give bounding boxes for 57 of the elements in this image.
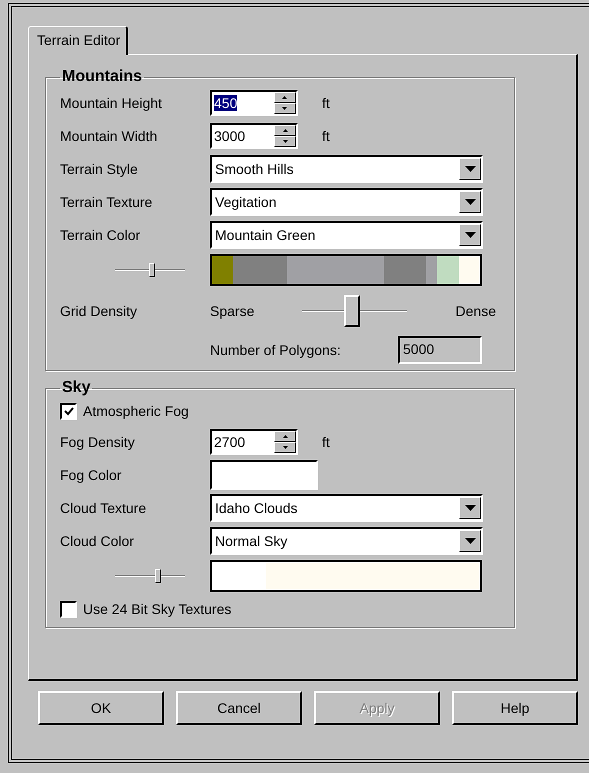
dropdown-arrow-icon [464, 198, 476, 204]
spin-down-button[interactable] [274, 442, 296, 452]
spin-up-button[interactable] [274, 92, 296, 102]
checkbox[interactable] [60, 402, 77, 420]
down-arrow-icon [282, 106, 288, 110]
dialog-button[interactable]: Help [452, 691, 578, 725]
spin-up-button[interactable] [274, 430, 296, 442]
spin-down-button[interactable] [274, 102, 296, 114]
min-label: Sparse [210, 303, 256, 319]
slider[interactable] [302, 295, 407, 327]
field-label: Terrain Style [60, 160, 139, 176]
dropdown-arrow-icon [464, 232, 476, 238]
spin-down-button[interactable] [274, 136, 296, 146]
spinner-field[interactable]: 2700 [210, 428, 298, 454]
field-label: Mountain Width [60, 128, 158, 144]
unit-label: ft [322, 94, 330, 110]
dropdown-arrow-icon [464, 166, 476, 172]
tab[interactable]: Terrain Editor [28, 26, 128, 55]
up-arrow-icon [282, 96, 288, 98]
up-arrow-icon [282, 434, 288, 438]
field-label: Number of Polygons: [210, 342, 342, 358]
checkbox-label: Atmospheric Fog [83, 403, 189, 419]
color-swatch[interactable] [210, 460, 318, 490]
dropdown[interactable]: Normal Sky [210, 526, 483, 554]
group-title: Mountains [61, 68, 143, 86]
dropdown-arrow-icon [464, 538, 476, 544]
field-label: Cloud Color [60, 532, 135, 548]
dropdown[interactable]: Mountain Green [210, 220, 483, 248]
slider[interactable] [115, 569, 185, 583]
dropdown-arrow-icon [464, 504, 476, 510]
checkmark-icon [64, 406, 74, 416]
max-label: Dense [456, 303, 496, 319]
dropdown[interactable]: Vegitation [210, 188, 483, 216]
field-label: Grid Density [60, 303, 138, 319]
readonly-field: 5000 [398, 336, 482, 364]
field-label: Mountain Height [60, 94, 163, 110]
spin-up-button[interactable] [274, 124, 296, 136]
down-arrow-icon [282, 140, 288, 142]
field-label: Fog Color [60, 466, 122, 482]
field-label: Fog Density [60, 434, 136, 450]
spinner-field[interactable]: 450 [210, 90, 298, 116]
dialog-button[interactable]: Cancel [176, 691, 302, 725]
down-arrow-icon [282, 446, 288, 448]
slider[interactable] [115, 263, 185, 277]
field-label: Terrain Texture [60, 194, 154, 210]
up-arrow-icon [282, 128, 288, 132]
unit-label: ft [322, 128, 330, 144]
field-label: Cloud Texture [60, 500, 148, 516]
spinner-field[interactable]: 3000 [210, 122, 298, 148]
checkbox-label: Use 24 Bit Sky Textures [83, 601, 232, 617]
dialog-button[interactable]: OK [38, 691, 164, 725]
group-title: Sky [61, 379, 92, 397]
field-label: Terrain Color [60, 226, 142, 242]
dropdown[interactable]: Idaho Clouds [210, 494, 483, 522]
unit-label: ft [322, 434, 330, 450]
dropdown[interactable]: Smooth Hills [210, 154, 483, 182]
checkbox[interactable] [60, 600, 77, 618]
